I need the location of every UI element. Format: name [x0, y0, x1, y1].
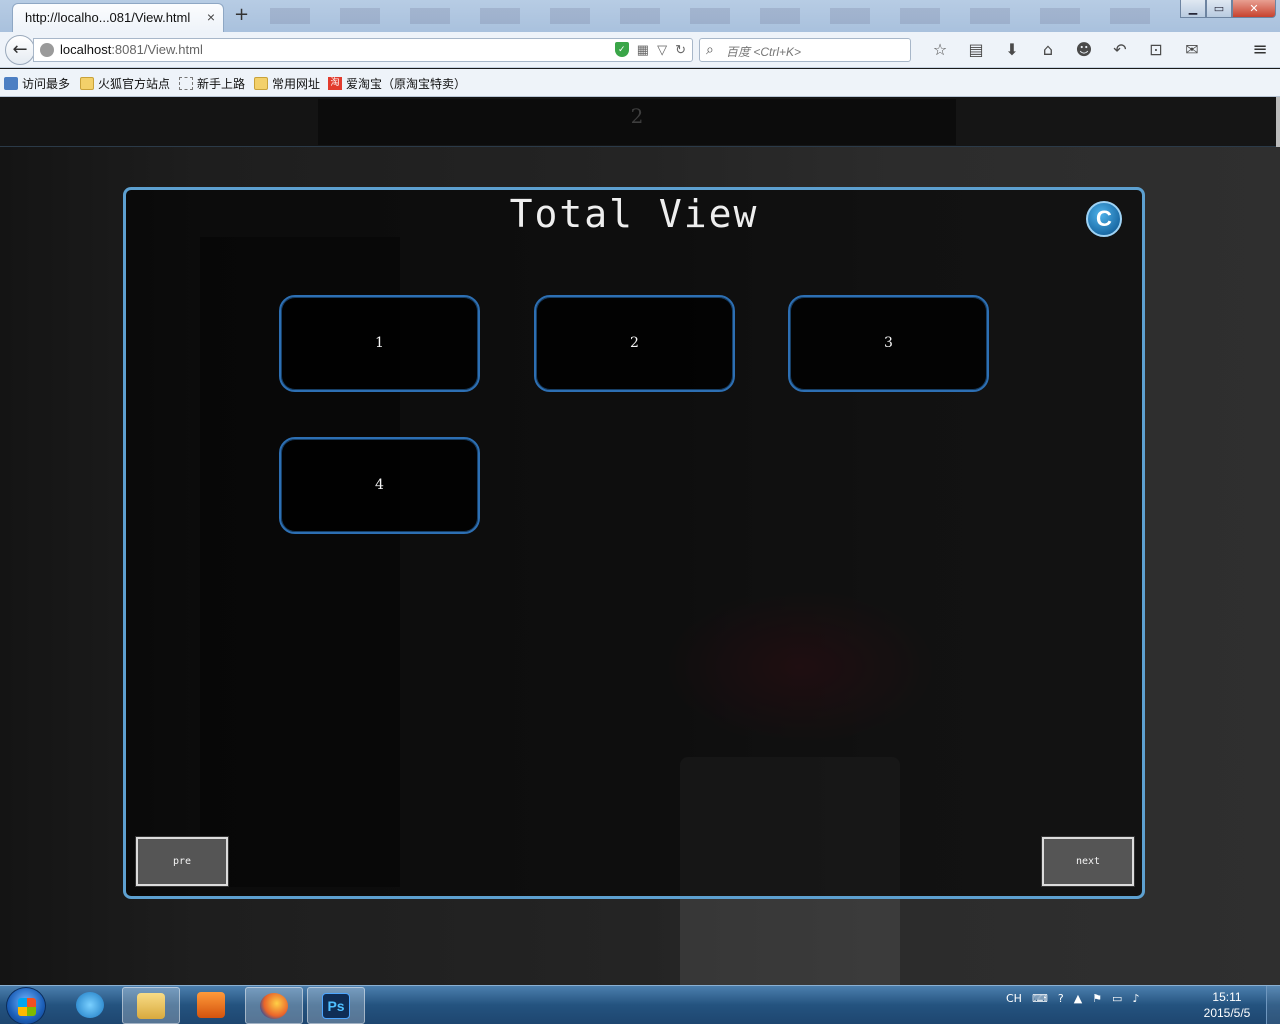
taskbar-photoshop[interactable]: Ps [307, 987, 365, 1024]
page-icon [179, 77, 193, 90]
total-view-panel: Total View C 1 2 3 4 pre next [123, 187, 1145, 899]
c-circle-button[interactable]: C [1086, 201, 1122, 237]
navigation-toolbar: ← localhost:8081/View.html ✓ ▦ ▽ ↻ ⌕ 百度 … [0, 32, 1280, 68]
search-placeholder: 百度 <Ctrl+K> [726, 45, 802, 59]
close-window-button[interactable]: ✕ [1232, 0, 1276, 18]
pre-button[interactable]: pre [136, 837, 228, 886]
show-desktop-button[interactable] [1266, 986, 1280, 1024]
keyboard-icon[interactable]: ⌨ [1032, 992, 1048, 1005]
qr-code-icon[interactable]: ▦ [637, 42, 649, 58]
bookmark-aitaobao[interactable]: 淘 爱淘宝（原淘宝特卖） [328, 75, 466, 92]
folder-icon [254, 77, 268, 90]
clock[interactable]: 15:11 2015/5/5 [1198, 989, 1256, 1021]
view-item-4[interactable]: 4 [279, 437, 480, 534]
toolbar-icon-row: ☆ ▤ ⬇ ⌂ ☻ ↶ ⊡ ✉ [922, 39, 1210, 61]
tab-title: http://localho...081/View.html [25, 10, 191, 25]
taskbar-file-explorer[interactable] [122, 987, 180, 1024]
dropdown-icon[interactable]: ▽ [657, 42, 667, 58]
browser-tab[interactable]: http://localho...081/View.html × [12, 3, 224, 32]
star-icon[interactable]: ☆ [922, 39, 958, 61]
bookmark-label: 新手上路 [197, 77, 246, 91]
site-identity-icon[interactable] [40, 43, 54, 57]
system-tray: CH ⌨ ? ▲ ⚑ ▭ ♪ [1006, 992, 1139, 1005]
view-item-3[interactable]: 3 [788, 295, 989, 392]
show-hidden-icons-icon[interactable]: ▲ [1074, 992, 1082, 1005]
firefox-icon [260, 993, 288, 1019]
clock-date: 2015/5/5 [1203, 1006, 1251, 1020]
action-center-icon[interactable]: ⚑ [1092, 992, 1102, 1005]
url-path: :8081/View.html [111, 42, 203, 57]
scrollbar[interactable] [1276, 97, 1280, 147]
window-controls: ▁ ▭ ✕ [1180, 0, 1276, 20]
shield-icon[interactable]: ✓ [614, 42, 629, 57]
network-icon[interactable]: ▭ [1112, 992, 1122, 1005]
maximize-button[interactable]: ▭ [1206, 0, 1232, 18]
view-item-2[interactable]: 2 [534, 295, 735, 392]
reading-list-icon[interactable]: ▤ [958, 39, 994, 61]
bookmark-label: 常用网址 [272, 77, 321, 91]
help-icon[interactable]: ? [1058, 992, 1064, 1005]
home-icon[interactable]: ⌂ [1030, 39, 1066, 61]
menu-icon[interactable]: ≡ [1248, 39, 1272, 61]
folder-icon [80, 77, 94, 90]
url-host: localhost [60, 42, 112, 57]
tab-close-icon[interactable]: × [207, 9, 215, 25]
bookmark-label: 爱淘宝（原淘宝特卖） [346, 77, 467, 91]
photoshop-icon: Ps [322, 993, 350, 1019]
comment-icon[interactable]: ✉ [1174, 39, 1210, 61]
top-strip-label: 2 [318, 99, 956, 145]
reload-icon[interactable]: ↻ [675, 42, 686, 58]
language-indicator[interactable]: CH [1006, 992, 1022, 1005]
download-icon[interactable]: ⬇ [994, 39, 1030, 61]
search-input[interactable]: ⌕ 百度 <Ctrl+K> [699, 38, 911, 62]
bookmarks-bar: 访问最多 火狐官方站点 新手上路 常用网址 淘 爱淘宝（原淘宝特卖） [0, 69, 1280, 97]
chat-icon[interactable]: ☻ [1066, 39, 1102, 61]
bookmark-getting-started[interactable]: 新手上路 [179, 75, 245, 92]
folder-icon [137, 993, 165, 1019]
crop-icon[interactable]: ⊡ [1138, 39, 1174, 61]
new-tab-button[interactable]: + [234, 4, 249, 25]
start-button[interactable] [6, 987, 46, 1024]
page-title: Total View [509, 192, 759, 236]
taskbar-media-player[interactable] [183, 987, 241, 1024]
bookmark-label: 访问最多 [22, 77, 71, 91]
internet-explorer-icon [76, 992, 104, 1018]
title-bar: http://localho...081/View.html × + ▁ ▭ ✕ [0, 0, 1280, 32]
url-bar[interactable]: localhost:8081/View.html ✓ ▦ ▽ ↻ [33, 38, 693, 62]
page-viewport: 2 Total View C 1 2 3 4 pre next [0, 97, 1280, 985]
minimize-button[interactable]: ▁ [1180, 0, 1206, 18]
bookmark-common-sites[interactable]: 常用网址 [254, 75, 320, 92]
taobao-icon: 淘 [328, 77, 342, 90]
undo-icon[interactable]: ↶ [1102, 39, 1138, 61]
taskbar-internet-explorer[interactable] [62, 987, 120, 1024]
search-icon: ⌕ [706, 41, 714, 57]
volume-icon[interactable]: ♪ [1132, 992, 1139, 1005]
taskbar-firefox[interactable] [245, 987, 303, 1024]
most-visited-icon [4, 77, 18, 90]
next-button[interactable]: next [1042, 837, 1134, 886]
top-strip: 2 [0, 97, 1280, 147]
bookmark-firefox-official[interactable]: 火狐官方站点 [80, 75, 170, 92]
back-button[interactable]: ← [5, 35, 35, 65]
taskbar: Ps CH ⌨ ? ▲ ⚑ ▭ ♪ 15:11 2015/5/5 [0, 985, 1280, 1024]
bookmark-most-visited[interactable]: 访问最多 [4, 75, 70, 92]
windows-logo-icon [18, 998, 36, 1016]
media-player-icon [197, 992, 225, 1018]
clock-time: 15:11 [1212, 990, 1242, 1004]
bookmark-label: 火狐官方站点 [98, 77, 171, 91]
background-window-ghost [270, 8, 1150, 24]
url-bar-icons: ✓ ▦ ▽ ↻ [614, 42, 686, 58]
view-item-1[interactable]: 1 [279, 295, 480, 392]
